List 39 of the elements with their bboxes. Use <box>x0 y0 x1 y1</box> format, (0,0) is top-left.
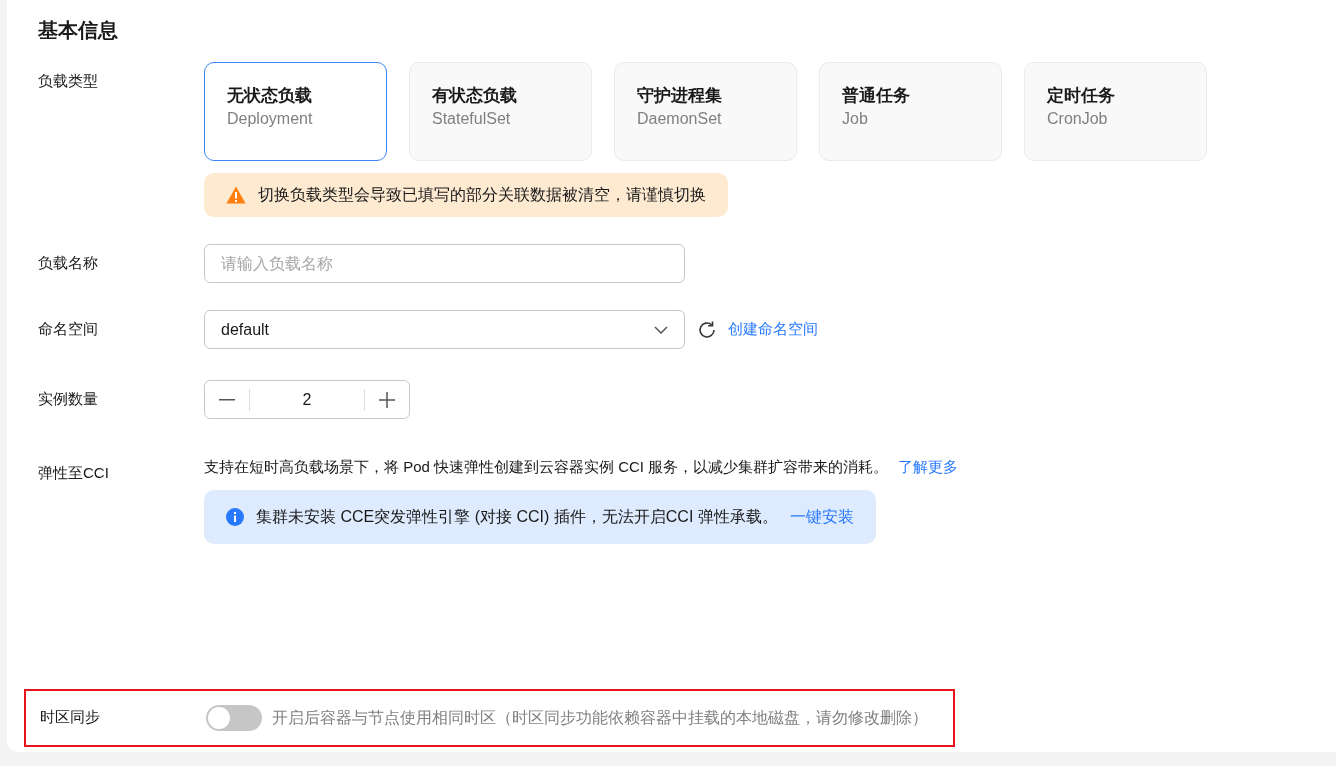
name-input-field[interactable]: 请输入负载名称 <box>204 244 685 283</box>
instance-stepper[interactable]: 2 <box>204 380 410 419</box>
card-title: 守护进程集 <box>637 85 723 107</box>
card-subtitle: Deployment <box>227 109 314 129</box>
card-title: 无状态负载 <box>227 85 313 107</box>
minus-icon <box>219 398 235 401</box>
toggle-switch[interactable] <box>206 704 262 731</box>
field-label: 弹性至CCI <box>38 464 109 481</box>
create-namespace-link[interactable]: 创建命名空间 <box>728 318 818 341</box>
plus-icon <box>379 391 395 408</box>
card-subtitle: Job <box>842 109 869 129</box>
card-title: 普通任务 <box>842 85 911 107</box>
card-title: 定时任务 <box>1047 85 1116 107</box>
workload-type-card[interactable]: 普通任务 Job <box>819 62 1002 161</box>
chevron-down-icon <box>654 325 668 334</box>
timezone-description: 开启后容器与节点使用相同时区（时区同步功能依赖容器中挂载的本地磁盘，请勿修改删除） <box>272 707 928 728</box>
warning-text: 切换负载类型会导致已填写的部分关联数据被清空，请谨慎切换 <box>258 185 706 205</box>
workload-type-card[interactable]: 无状态负载 Deployment <box>204 62 387 161</box>
workload-type-card[interactable]: 有状态负载 StatefulSet <box>409 62 592 161</box>
field-label: 负载名称 <box>38 254 98 272</box>
card-title: 有状态负载 <box>432 85 518 107</box>
learn-more-link[interactable]: 了解更多 <box>898 458 959 475</box>
field-label: 实例数量 <box>38 390 98 408</box>
field-label: 时区同步 <box>40 708 100 726</box>
info-text: 集群未安装 CCE突发弹性引擎 (对接 CCI) 插件，无法开启CCI 弹性承载。 <box>256 506 778 527</box>
workload-type-card[interactable]: 定时任务 CronJob <box>1024 62 1207 161</box>
field-label: 命名空间 <box>38 320 98 338</box>
card-subtitle: DaemonSet <box>637 109 723 129</box>
refresh-icon[interactable] <box>697 319 717 340</box>
info-icon <box>226 507 244 526</box>
card-subtitle: CronJob <box>1047 109 1109 129</box>
workload-type-card[interactable]: 守护进程集 DaemonSet <box>614 62 797 161</box>
namespace-select[interactable]: default <box>204 310 685 349</box>
cci-description: 支持在短时高负载场景下，将 Pod 快速弹性创建到云容器实例 CCI 服务，以减少集群扩容带来的消耗。 <box>204 458 889 475</box>
card-subtitle: StatefulSet <box>432 109 512 129</box>
field-label: 负载类型 <box>38 72 98 89</box>
instance-count-value: 2 <box>249 388 365 411</box>
warning-icon <box>226 186 246 204</box>
section-title: 基本信息 <box>38 18 119 42</box>
